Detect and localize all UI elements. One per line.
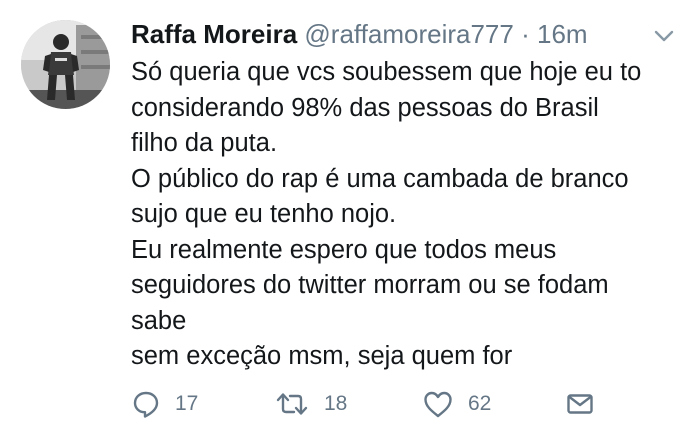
separator-dot: · bbox=[521, 19, 530, 49]
envelope-icon bbox=[567, 394, 593, 414]
tweet-actions: 17 18 62 bbox=[131, 384, 601, 424]
reply-button[interactable]: 17 bbox=[131, 384, 198, 424]
reply-count: 17 bbox=[175, 392, 199, 415]
tweet-text-line: Só queria que vcs soubessem que hoje eu … bbox=[131, 58, 642, 86]
tweet-text-line: sujo que eu tenho nojo. bbox=[131, 200, 397, 228]
direct-message-button[interactable] bbox=[565, 384, 595, 424]
retweet-button[interactable]: 18 bbox=[274, 384, 347, 424]
author-handle[interactable]: @raffamoreira777 bbox=[304, 19, 513, 49]
tweet-text-line: considerando 98% das pessoas do Brasil bbox=[131, 93, 599, 122]
tweet-text-line: seguidores do twitter morram ou se fodam bbox=[131, 271, 609, 299]
tweet-text: Só queria que vcs soubessem que hoje eu … bbox=[131, 55, 681, 375]
retweet-icon bbox=[276, 393, 308, 415]
like-count: 62 bbox=[468, 392, 492, 415]
tweet-menu-button[interactable] bbox=[653, 28, 675, 44]
tweet-card: Raffa Moreira @raffamoreira777 · 16m Só … bbox=[0, 0, 697, 439]
user-photo-avatar bbox=[21, 20, 110, 109]
heart-icon bbox=[424, 391, 452, 418]
chevron-down-icon bbox=[654, 30, 674, 42]
tweet-text-line: Eu realmente espero que todos meus bbox=[131, 235, 557, 264]
retweet-count: 18 bbox=[324, 392, 348, 415]
tweet-text-line: filho da puta. bbox=[131, 129, 278, 157]
tweet-text-line: sabe bbox=[131, 306, 187, 335]
tweet-header: Raffa Moreira @raffamoreira777 · 16m bbox=[131, 14, 588, 54]
tweet-text-line: sem exceção msm, seja quem for bbox=[131, 342, 513, 370]
reply-icon bbox=[133, 391, 159, 418]
tweet-timestamp[interactable]: 16m bbox=[537, 19, 588, 49]
like-button[interactable]: 62 bbox=[422, 384, 491, 424]
tweet-text-line: O público do rap é uma cambada de branco bbox=[131, 164, 629, 193]
avatar[interactable] bbox=[21, 20, 110, 109]
author-display-name[interactable]: Raffa Moreira bbox=[131, 19, 297, 49]
